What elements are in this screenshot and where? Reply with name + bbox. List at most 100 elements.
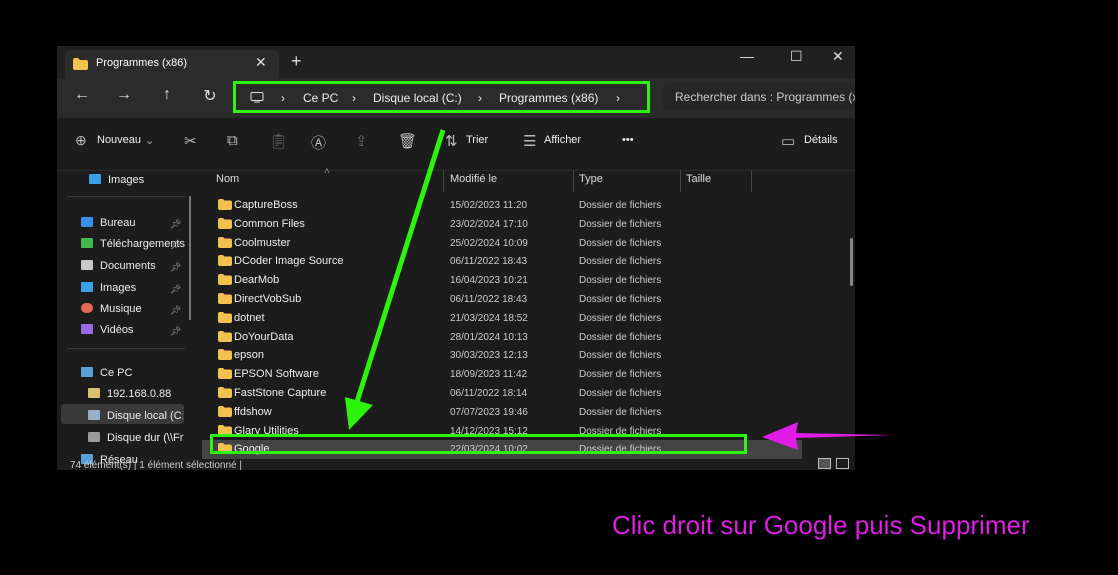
column-divider[interactable] — [751, 170, 752, 192]
view-icon: ☰ — [523, 133, 537, 150]
more-options-button[interactable]: ••• — [622, 134, 634, 146]
column-header-type[interactable]: Type — [579, 173, 603, 185]
sidebar-item-local-disk[interactable]: Disque local (C:) — [88, 410, 183, 422]
file-name: CaptureBoss — [234, 199, 298, 211]
new-button[interactable]: Nouveau — [97, 134, 141, 146]
breadcrumb-programmes[interactable]: Programmes (x86) — [499, 91, 598, 105]
pin-icon: 📌︎ — [170, 262, 182, 272]
file-type: Dossier de fichiers — [579, 237, 662, 249]
file-modified: 18/09/2023 11:42 — [450, 369, 528, 381]
file-name: FastStone Capture — [234, 387, 327, 399]
search-placeholder: Rechercher dans : Programmes (x86) — [675, 90, 855, 104]
divider — [67, 348, 185, 349]
share-icon[interactable]: ⇪ — [355, 132, 368, 150]
cut-icon[interactable]: ✂ — [184, 132, 197, 150]
sidebar-item-documents[interactable]: Documents — [81, 260, 156, 272]
file-explorer-window: Programmes (x86) ✕ + — ☐ ✕ ← → ↑ ↻ › Ce … — [57, 46, 855, 470]
breadcrumb-local-disk[interactable]: Disque local (C:) — [373, 91, 462, 105]
column-header-modified[interactable]: Modifié le — [450, 173, 497, 185]
file-modified: 28/01/2024 10:13 — [450, 331, 528, 343]
column-header-size[interactable]: Taille — [686, 173, 711, 185]
table-row[interactable]: Coolmuster 25/02/2024 10:09 Dossier de fic… — [202, 234, 802, 253]
file-type: Dossier de fichiers — [579, 256, 662, 268]
forward-button[interactable]: → — [114, 86, 134, 104]
table-row[interactable]: ffdshow 07/07/2023 19:46 Dossier de fichie… — [202, 403, 802, 422]
sidebar-item-network-drive[interactable]: 192.168.0.88 — [88, 388, 171, 400]
file-type: Dossier de fichiers — [579, 200, 662, 211]
up-button[interactable]: ↑ — [157, 86, 177, 104]
file-name: epson — [234, 349, 264, 362]
file-type: Dossier de fichiers — [579, 294, 662, 305]
tab-close-icon[interactable]: ✕ — [255, 54, 267, 71]
table-row[interactable]: DirectVobSub 06/11/2022 18:43 Dossier de f… — [202, 290, 802, 309]
table-row[interactable]: epson 30/03/2023 12:13 Dossier de fichiers — [202, 346, 802, 365]
folder-icon — [218, 293, 232, 304]
table-row[interactable]: dotnet 21/03/2024 18:52 Dossier de fichier… — [202, 309, 802, 328]
back-button[interactable]: ← — [72, 86, 92, 104]
sidebar-item-videos[interactable]: Vidéos — [81, 324, 133, 336]
folder-icon — [218, 405, 232, 417]
sidebar-item-desktop[interactable]: Bureau — [81, 217, 135, 229]
file-modified: 30/03/2023 12:13 — [450, 350, 528, 362]
file-name: DearMob — [234, 274, 280, 287]
search-box[interactable]: Rechercher dans : Programmes (x86) — [663, 83, 855, 111]
table-row[interactable]: DoYourData 28/01/2024 10:13 Dossier de fic… — [202, 328, 802, 347]
sidebar-scrollbar[interactable] — [189, 196, 191, 320]
sort-button[interactable]: Trier — [466, 134, 488, 146]
details-view-icon[interactable] — [818, 458, 831, 469]
details-button[interactable]: Détails — [804, 134, 838, 146]
file-list-scrollbar[interactable] — [850, 238, 853, 286]
sidebar-item-images[interactable]: Images — [81, 282, 136, 294]
file-name: Common Files — [234, 217, 305, 230]
file-list: Nom ˄ Modifié le Type Taille CaptureBoss… — [202, 166, 855, 470]
new-tab-button[interactable]: + — [291, 51, 302, 72]
file-modified: 15/02/2023 11:20 — [450, 200, 528, 211]
table-row[interactable]: DCoder Image Source 06/11/2022 18:43 Dossi… — [202, 252, 802, 271]
column-divider[interactable] — [573, 170, 574, 192]
details-pane-icon: ▭ — [781, 133, 796, 150]
column-divider[interactable] — [680, 170, 681, 192]
table-row[interactable]: DearMob 16/04/2023 10:21 Dossier de fichie… — [202, 271, 802, 290]
refresh-button[interactable]: ↻ — [200, 86, 220, 106]
breadcrumb-ce-pc[interactable]: Ce PC — [303, 91, 338, 105]
tiles-view-icon[interactable] — [836, 458, 849, 469]
divider — [67, 196, 185, 197]
paste-icon[interactable]: 📋︎ — [269, 132, 288, 150]
tab-programmes[interactable]: Programmes (x86) ✕ — [65, 50, 279, 78]
folder-icon — [218, 387, 232, 398]
sidebar-item-this-pc[interactable]: Ce PC — [81, 367, 132, 379]
maximize-button[interactable]: ☐ — [790, 48, 803, 65]
sidebar-item-hard-disk[interactable]: Disque dur (\\Fr — [88, 432, 186, 444]
file-type: Dossier de fichiers — [579, 218, 662, 230]
file-name: DoYourData — [234, 330, 294, 343]
breadcrumb-separator: › — [478, 91, 482, 105]
navigation-bar: ← → ↑ ↻ › Ce PC › Disque local (C:) › Pr… — [57, 78, 855, 118]
navigation-pane: Images Bureau 📌︎ Téléchargements 📌︎ Docu… — [57, 170, 190, 470]
folder-icon — [218, 217, 232, 229]
breadcrumb-separator: › — [352, 91, 356, 105]
folder-icon — [218, 368, 232, 380]
file-name: DCoder Image Source — [234, 255, 344, 268]
table-row[interactable]: FastStone Capture 06/11/2022 18:14 Dossier… — [202, 384, 802, 403]
image-icon — [89, 174, 101, 184]
computer-icon — [250, 92, 264, 103]
table-row[interactable]: CaptureBoss 15/02/2023 11:20 Dossier de fi… — [202, 196, 802, 215]
sidebar-item-images-top[interactable]: Images — [89, 174, 144, 186]
sidebar-item-music[interactable]: Musique — [81, 303, 142, 315]
delete-icon[interactable]: 🗑︎ — [398, 132, 417, 150]
file-modified: 23/02/2024 17:10 — [450, 218, 528, 230]
address-bar[interactable]: › Ce PC › Disque local (C:) › Programmes… — [233, 81, 650, 113]
status-bar: 74 élément(s) | 1 élément sélectionné | — [70, 460, 242, 470]
close-button[interactable]: ✕ — [832, 48, 844, 65]
rename-icon[interactable]: Ⓐ — [311, 132, 326, 153]
file-modified: 06/11/2022 18:43 — [450, 294, 528, 305]
column-header-name[interactable]: Nom — [216, 173, 239, 185]
table-row[interactable]: EPSON Software 18/09/2023 11:42 Dossier de… — [202, 365, 802, 384]
tab-title: Programmes (x86) — [96, 57, 188, 69]
video-icon — [81, 324, 93, 334]
minimize-button[interactable]: — — [740, 48, 754, 64]
copy-icon[interactable]: ⧉ — [227, 132, 238, 149]
table-row[interactable]: Common Files 23/02/2024 17:10 Dossier de f… — [202, 215, 802, 234]
view-button[interactable]: Afficher — [544, 134, 581, 146]
column-divider[interactable] — [443, 170, 444, 192]
